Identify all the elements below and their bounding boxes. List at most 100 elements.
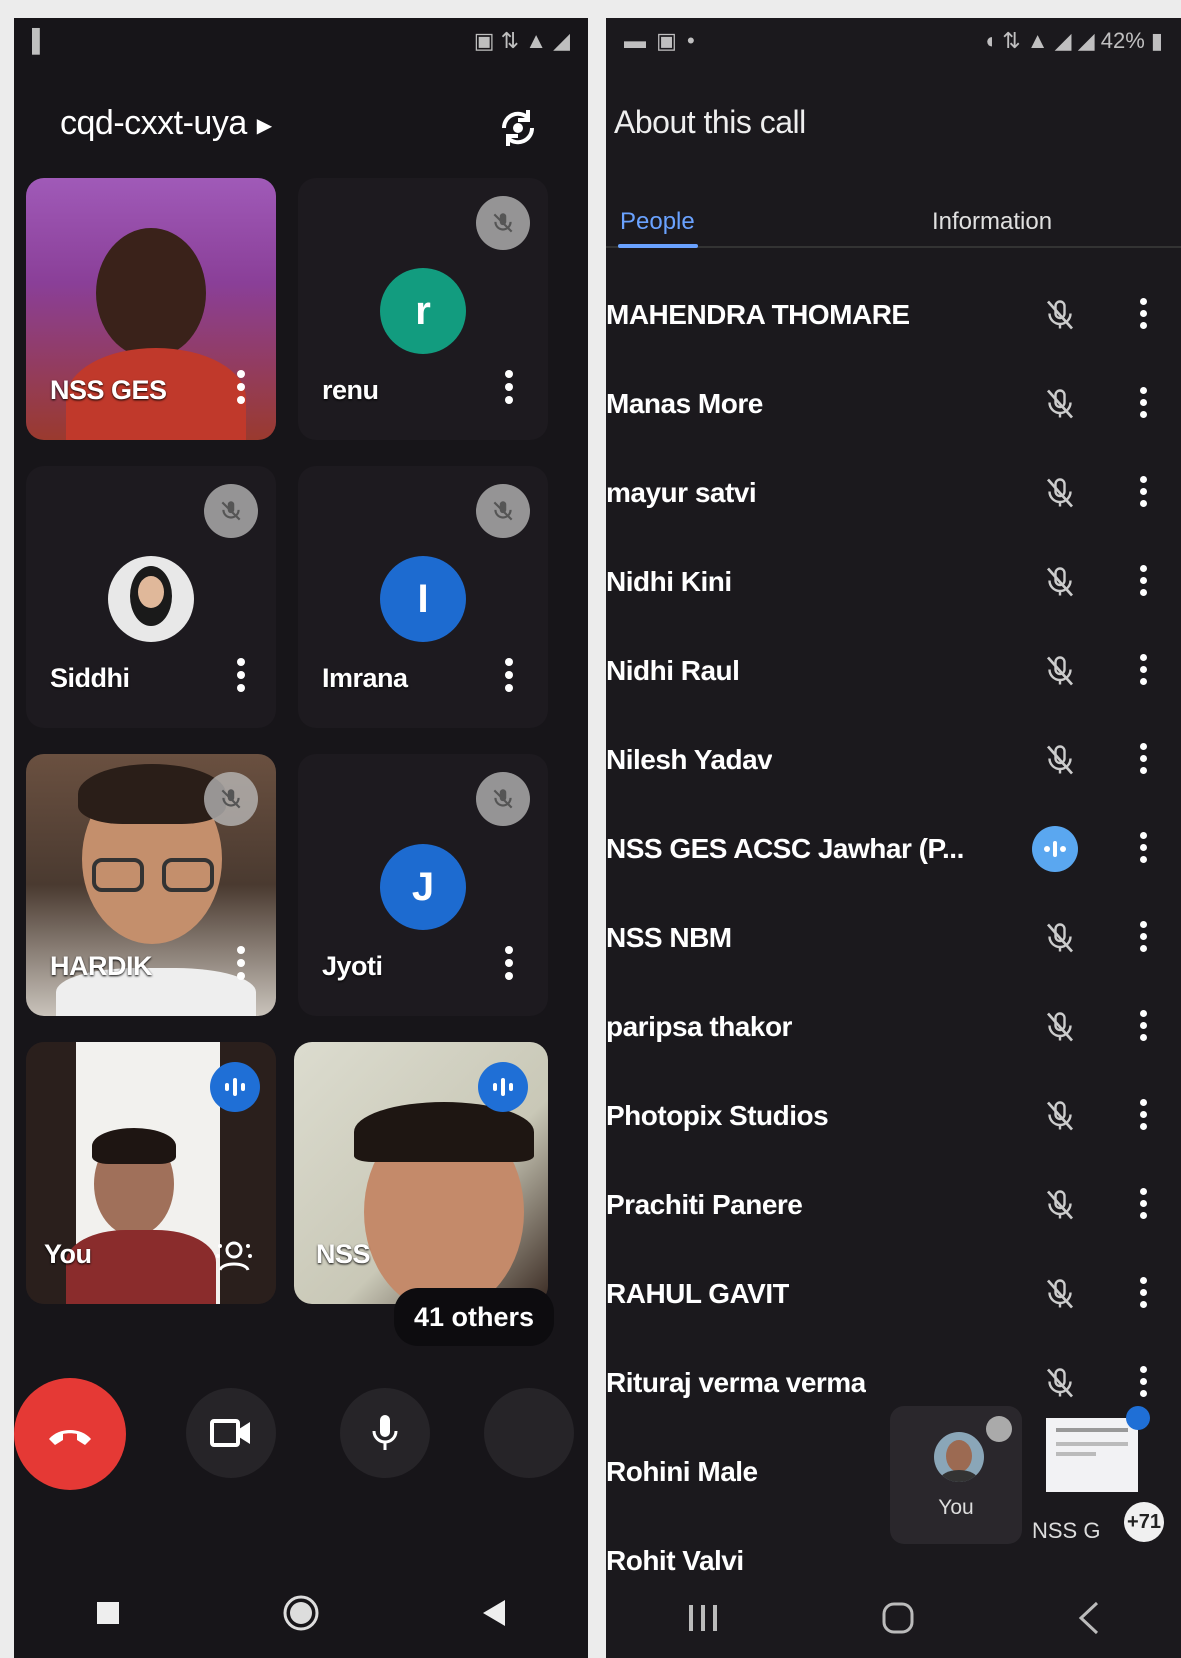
mic-off-icon [204,484,258,538]
active-tab-indicator [618,244,698,248]
more-options-icon[interactable] [504,370,514,406]
more-options-icon[interactable] [504,658,514,694]
mic-toggle-button[interactable] [340,1388,430,1478]
participant-name: Rohini Male [606,1455,758,1487]
participant-name: Imrana [322,663,408,693]
participant-name: Rituraj verma verma [606,1366,866,1398]
mic-off-icon [1042,653,1078,689]
participant-name: Manas More [606,387,763,419]
presenter-pip[interactable]: NSS G +71 [1032,1406,1174,1558]
call-controls [14,1378,588,1498]
more-options-icon[interactable] [236,658,246,694]
more-options-icon[interactable] [1140,920,1150,955]
hang-up-button[interactable] [14,1378,126,1490]
speaking-indicator-icon [1032,825,1078,872]
meeting-code-text: cqd-cxxt-uya [60,104,247,142]
more-options-icon[interactable] [1140,297,1150,332]
others-chip[interactable]: 41 others [394,1288,554,1346]
participant-name: Nidhi Kini [606,565,732,597]
recents-nav-icon[interactable] [686,1603,720,1633]
participant-name: NSS [316,1239,371,1269]
more-options-icon[interactable] [1140,564,1150,599]
about-call-screen: ▬ ▣ • ◖ ⇅ ▲ ◢ ◢ 42% ▮ About this call Pe… [606,18,1181,1658]
android-nav-bar [14,1568,588,1658]
android-nav-bar [606,1578,1181,1658]
more-options-icon[interactable] [236,370,246,406]
participant-tile-hardik[interactable]: HARDIK [26,754,276,1016]
phone-hangup-icon [49,1430,91,1445]
more-vert-icon [524,1415,534,1451]
participant-row[interactable]: Nilesh Yadav [606,715,1181,804]
more-options-icon[interactable] [1140,1098,1150,1133]
participant-name: RAHUL GAVIT [606,1277,790,1309]
home-nav-icon[interactable] [880,1600,916,1636]
participant-row[interactable]: NSS NBM [606,893,1181,982]
participant-name: Siddhi [50,663,130,693]
participant-name: You [44,1239,92,1269]
back-nav-icon[interactable] [481,1598,507,1628]
more-options-icon[interactable] [1140,742,1150,777]
participant-tile-nss[interactable]: NSS [294,1042,548,1304]
participant-tile-you[interactable]: You [26,1042,276,1304]
more-participants-chip[interactable]: +71 [1124,1502,1164,1542]
mic-off-icon [1042,920,1078,956]
participant-row[interactable]: NSS GES ACSC Jawhar (P... [606,804,1181,893]
more-options-icon[interactable] [1140,1365,1150,1400]
participant-tile-imrana[interactable]: I Imrana [298,466,548,728]
home-nav-icon[interactable] [282,1594,320,1632]
speaking-indicator-icon [478,1062,528,1112]
participant-row[interactable]: Prachiti Panere [606,1160,1181,1249]
mic-off-icon [1042,1098,1078,1134]
more-options-icon[interactable] [1140,1009,1150,1044]
more-options-icon[interactable] [1140,653,1150,688]
page-title: About this call [614,104,806,140]
status-left-icons: ▌ [32,28,50,53]
switch-camera-icon[interactable] [494,104,542,152]
participant-tile-siddhi[interactable]: Siddhi [26,466,276,728]
back-nav-icon[interactable] [1077,1601,1101,1635]
mic-off-icon [1042,1276,1078,1312]
participant-name: Nilesh Yadav [606,743,773,775]
mic-off-icon [476,196,530,250]
meeting-code[interactable]: cqd-cxxt-uya ▶ [60,104,272,143]
participant-name: paripsa thakor [606,1010,792,1042]
participant-tile-renu[interactable]: r renu [298,178,548,440]
participant-row[interactable]: RAHUL GAVIT [606,1249,1181,1338]
participant-name: MAHENDRA THOMARE [606,298,910,330]
more-options-icon[interactable] [1140,1276,1150,1311]
mic-off-icon [476,772,530,826]
pip-label: You [938,1496,974,1519]
self-view-pip[interactable]: You [890,1406,1022,1544]
avatar: r [380,268,466,354]
tab-people[interactable]: People [620,208,695,236]
participant-name: Prachiti Panere [606,1188,803,1220]
more-options-icon[interactable] [1140,831,1150,866]
participant-tile-jyoti[interactable]: J Jyoti [298,754,548,1016]
pip-label: NSS G [1032,1518,1101,1543]
participant-row[interactable]: MAHENDRA THOMARE [606,270,1181,359]
mic-off-icon [1042,1187,1078,1223]
more-options-icon[interactable] [504,946,514,982]
participant-name: mayur satvi [606,476,757,508]
participant-row[interactable]: mayur satvi [606,448,1181,537]
participant-row[interactable]: Nidhi Kini [606,537,1181,626]
more-options-icon[interactable] [1140,1187,1150,1222]
more-options-button[interactable] [484,1388,574,1478]
microphone-icon [372,1415,398,1450]
more-options-icon[interactable] [1140,386,1150,421]
background-blur-icon[interactable] [214,1236,254,1276]
participant-name: Nidhi Raul [606,654,740,686]
more-options-icon[interactable] [1140,475,1150,510]
participant-row[interactable]: Manas More [606,359,1181,448]
recents-nav-icon[interactable] [95,1600,121,1626]
tab-information[interactable]: Information [932,208,1052,236]
participant-tile-nss-ges[interactable]: NSS GES [26,178,276,440]
camera-toggle-button[interactable] [186,1388,276,1478]
participant-row[interactable]: paripsa thakor [606,982,1181,1071]
participant-name: NSS NBM [606,921,732,953]
more-options-icon[interactable] [236,946,246,982]
participant-row[interactable]: Nidhi Raul [606,626,1181,715]
participant-row[interactable]: Photopix Studios [606,1071,1181,1160]
avatar: J [380,844,466,930]
mic-off-icon [1042,1365,1078,1401]
